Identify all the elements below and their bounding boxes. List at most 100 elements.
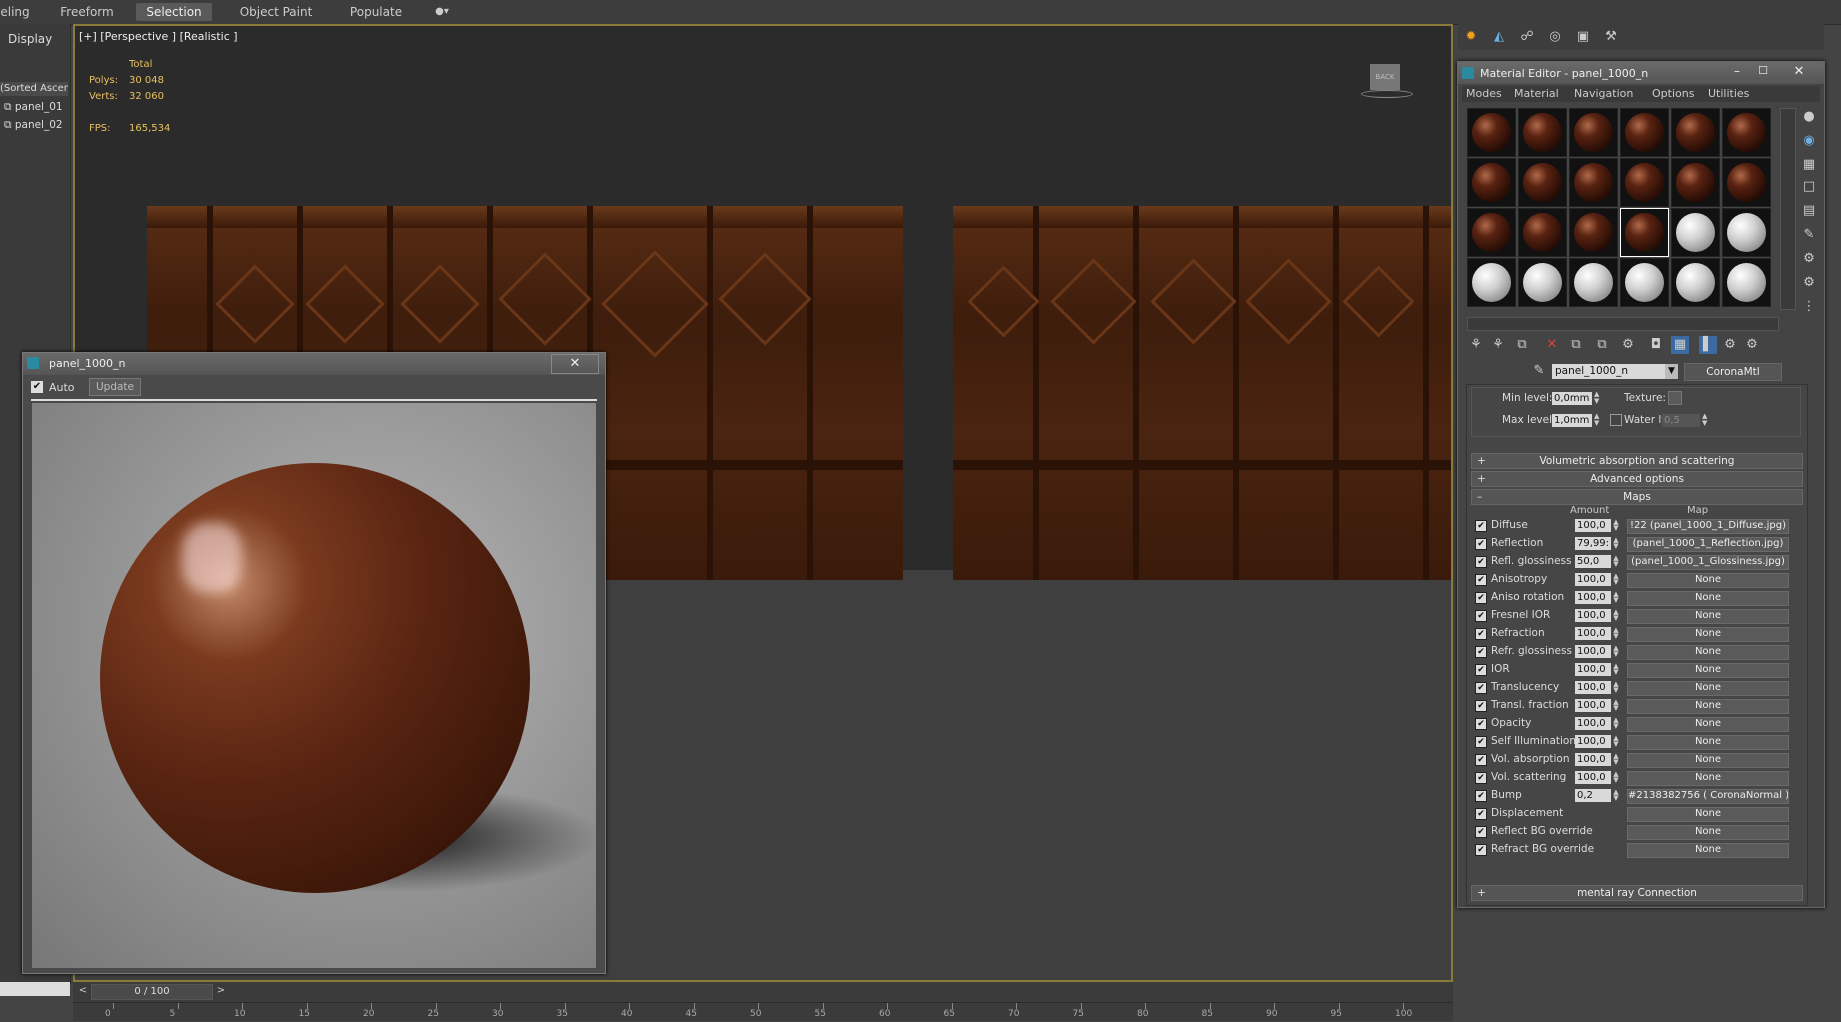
- map-amount-field[interactable]: 100,0: [1575, 735, 1611, 748]
- options-icon[interactable]: ⚙: [1800, 250, 1818, 268]
- map-enabled-checkbox[interactable]: ✔: [1475, 556, 1487, 568]
- map-enabled-checkbox[interactable]: ✔: [1475, 754, 1487, 766]
- max-level-field[interactable]: 1,0mm: [1552, 414, 1592, 427]
- show-end-result-icon[interactable]: ▌: [1699, 336, 1717, 354]
- map-amount-spinner[interactable]: ▲ ▼: [1612, 573, 1620, 586]
- map-slot-button[interactable]: (panel_1000_1_Reflection.jpg): [1627, 537, 1789, 552]
- water-level-checkbox[interactable]: [1610, 414, 1622, 426]
- go-to-parent-icon[interactable]: ⚙: [1721, 336, 1739, 354]
- map-slot-button[interactable]: !22 (panel_1000_1_Diffuse.jpg): [1627, 519, 1789, 534]
- map-amount-spinner[interactable]: ▲ ▼: [1612, 627, 1620, 640]
- material-editor-window[interactable]: ✹ ◭ ☍ ◎ ▣ ⚒ Material Editor - panel_1000…: [1457, 24, 1825, 908]
- map-amount-field[interactable]: 79,99:: [1575, 537, 1611, 550]
- viewcube[interactable]: BACK: [1370, 64, 1400, 90]
- material-sample-slot[interactable]: [1722, 158, 1771, 207]
- map-amount-field[interactable]: 100,0: [1575, 699, 1611, 712]
- map-slot-button[interactable]: None: [1627, 843, 1789, 858]
- menu-options[interactable]: Options: [1652, 87, 1694, 100]
- map-slot-button[interactable]: None: [1627, 645, 1789, 660]
- map-slot-button[interactable]: None: [1627, 825, 1789, 840]
- sample-type-icon[interactable]: ●: [1800, 108, 1818, 126]
- material-sample-slot[interactable]: [1671, 108, 1720, 157]
- map-amount-spinner[interactable]: ▲ ▼: [1612, 609, 1620, 622]
- get-material-icon[interactable]: ⚘: [1467, 336, 1485, 354]
- map-enabled-checkbox[interactable]: ✔: [1475, 628, 1487, 640]
- map-amount-field[interactable]: 100,0: [1575, 573, 1611, 586]
- timeline-ruler[interactable]: 0 5 10 15 20 25 30 35 40 45 50 55 60 65 70 75 80 85 90 95 10…: [73, 1002, 1453, 1022]
- render-window-titlebar[interactable]: panel_1000_n ✕: [23, 353, 605, 375]
- material-sample-slot[interactable]: [1518, 158, 1567, 207]
- map-slot-button[interactable]: None: [1627, 699, 1789, 714]
- tab-freeform[interactable]: Freeform: [52, 3, 122, 21]
- list-item[interactable]: ⧉ panel_01: [4, 101, 63, 114]
- assign-to-selection-icon[interactable]: ⧉: [1513, 336, 1531, 354]
- make-preview-icon[interactable]: ✎: [1800, 226, 1818, 244]
- water-level-field[interactable]: 0,5: [1662, 414, 1700, 427]
- material-editor-titlebar[interactable]: Material Editor - panel_1000_n – ☐ ✕: [1458, 62, 1824, 84]
- map-slot-button[interactable]: None: [1627, 573, 1789, 588]
- map-enabled-checkbox[interactable]: ✔: [1475, 826, 1487, 838]
- ribbon-options-icon[interactable]: ●▾: [430, 3, 454, 21]
- put-to-library-icon[interactable]: ⚙: [1619, 336, 1637, 354]
- map-slot-button[interactable]: (panel_1000_1_Glossiness.jpg): [1627, 555, 1789, 570]
- modify-tab-icon[interactable]: ◭: [1490, 28, 1508, 46]
- material-sample-slot[interactable]: [1722, 208, 1771, 257]
- map-amount-field[interactable]: 50,0: [1575, 555, 1611, 568]
- map-slot-button[interactable]: None: [1627, 663, 1789, 678]
- material-sample-slot[interactable]: [1569, 258, 1618, 307]
- auto-checkbox[interactable]: ✔: [31, 381, 43, 393]
- rollout-mental-ray-connection[interactable]: + mental ray Connection: [1471, 885, 1803, 901]
- create-tab-icon[interactable]: ✹: [1462, 28, 1480, 46]
- map-enabled-checkbox[interactable]: ✔: [1475, 610, 1487, 622]
- material-map-navigator-icon[interactable]: ⋮: [1800, 298, 1818, 316]
- map-slot-button[interactable]: None: [1627, 681, 1789, 696]
- map-amount-spinner[interactable]: ▲ ▼: [1612, 537, 1620, 550]
- material-sample-slot[interactable]: [1467, 208, 1516, 257]
- material-sample-slot[interactable]: [1671, 258, 1720, 307]
- material-sample-slot[interactable]: [1518, 208, 1567, 257]
- material-sample-slot[interactable]: [1722, 108, 1771, 157]
- material-name-field[interactable]: panel_1000_n: [1552, 364, 1678, 379]
- map-amount-field[interactable]: 100,0: [1575, 627, 1611, 640]
- map-amount-field[interactable]: 100,0: [1575, 609, 1611, 622]
- map-slot-button[interactable]: None: [1627, 717, 1789, 732]
- map-amount-field[interactable]: 100,0: [1575, 771, 1611, 784]
- time-slider[interactable]: 0 / 100: [91, 984, 213, 1000]
- menu-utilities[interactable]: Utilities: [1708, 87, 1749, 100]
- material-sample-slot[interactable]: [1722, 258, 1771, 307]
- map-slot-button[interactable]: None: [1627, 735, 1789, 750]
- material-sample-slot[interactable]: [1518, 108, 1567, 157]
- material-sample-slot[interactable]: [1671, 208, 1720, 257]
- map-amount-spinner[interactable]: ▲ ▼: [1612, 681, 1620, 694]
- map-enabled-checkbox[interactable]: ✔: [1475, 592, 1487, 604]
- map-amount-field[interactable]: 100,0: [1575, 591, 1611, 604]
- map-amount-spinner[interactable]: ▲ ▼: [1612, 663, 1620, 676]
- map-enabled-checkbox[interactable]: ✔: [1475, 844, 1487, 856]
- pick-material-eyedropper-icon[interactable]: ✎: [1530, 362, 1548, 380]
- render-window[interactable]: panel_1000_n ✕ ✔ Auto Update: [22, 352, 606, 974]
- go-forward-sibling-icon[interactable]: ⚙: [1743, 336, 1761, 354]
- map-enabled-checkbox[interactable]: ✔: [1475, 646, 1487, 658]
- display-tab-icon[interactable]: ▣: [1574, 28, 1592, 46]
- map-amount-spinner[interactable]: ▲ ▼: [1612, 645, 1620, 658]
- uv-tiling-icon[interactable]: □: [1800, 178, 1818, 196]
- rollout-advanced-options[interactable]: + Advanced options: [1471, 471, 1803, 487]
- tab-selection[interactable]: Selection: [136, 3, 212, 21]
- map-amount-spinner[interactable]: ▲ ▼: [1612, 753, 1620, 766]
- min-level-spinner[interactable]: ▲ ▼: [1594, 391, 1599, 405]
- hierarchy-tab-icon[interactable]: ☍: [1518, 28, 1536, 46]
- map-enabled-checkbox[interactable]: ✔: [1475, 790, 1487, 802]
- prev-frame-icon[interactable]: <: [75, 984, 91, 998]
- map-amount-field[interactable]: 100,0: [1575, 753, 1611, 766]
- map-enabled-checkbox[interactable]: ✔: [1475, 718, 1487, 730]
- material-sample-slot[interactable]: [1569, 158, 1618, 207]
- map-slot-button[interactable]: None: [1627, 807, 1789, 822]
- material-sample-slot[interactable]: [1467, 108, 1516, 157]
- material-sample-slot[interactable]: [1467, 258, 1516, 307]
- map-amount-spinner[interactable]: ▲ ▼: [1612, 717, 1620, 730]
- map-enabled-checkbox[interactable]: ✔: [1475, 664, 1487, 676]
- sort-column-header[interactable]: (Sorted Ascen: [0, 82, 68, 96]
- minimize-icon[interactable]: –: [1726, 64, 1748, 80]
- map-amount-spinner[interactable]: ▲ ▼: [1612, 771, 1620, 784]
- motion-tab-icon[interactable]: ◎: [1546, 28, 1564, 46]
